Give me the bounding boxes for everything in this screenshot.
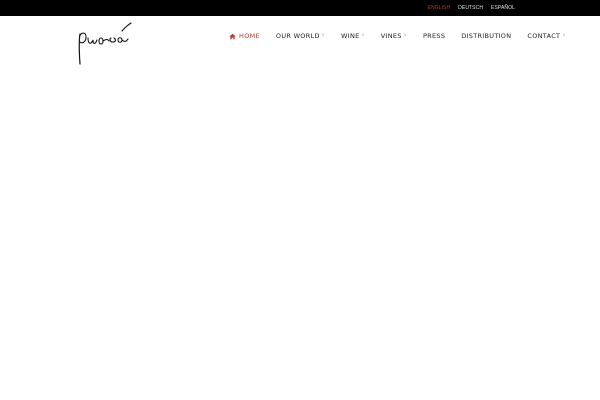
chevron-down-icon: ∨ [403,31,407,37]
language-deutsch-link[interactable]: DEUTSCH [458,5,483,11]
language-espanol-link[interactable]: ESPAÑOL [491,5,515,11]
nav-label-press: PRESS [422,32,446,40]
nav-item-distribution[interactable]: DISTRIBUTION [461,32,511,40]
nav-label-our-world: OUR WORLD [275,32,320,40]
nav-item-wine[interactable]: WINE ∨ [341,31,365,41]
nav-item-vines[interactable]: VINES ∨ [380,31,407,41]
home-icon [229,33,236,39]
top-bar: ENGLISH DEUTSCH ESPAÑOL [0,0,600,16]
main-navigation: HOME OUR WORLD ∨ WINE ∨ VINES ∨ PRESS DI… [229,30,566,42]
chevron-down-icon: ∨ [321,31,325,37]
nav-label-wine: WINE [341,32,360,40]
language-english-link[interactable]: ENGLISH [428,5,451,11]
site-logo[interactable] [76,18,134,68]
nav-item-press[interactable]: PRESS [423,32,445,40]
nav-label-vines: VINES [380,32,402,40]
nav-label-contact: CONTACT [527,32,561,40]
site-header: HOME OUR WORLD ∨ WINE ∨ VINES ∨ PRESS DI… [0,16,600,72]
nav-item-our-world[interactable]: OUR WORLD ∨ [275,31,325,41]
chevron-down-icon: ∨ [562,31,566,37]
nav-item-contact[interactable]: CONTACT ∨ [527,31,566,41]
nav-label-distribution: DISTRIBUTION [461,32,512,40]
nav-label-home: HOME [239,32,260,40]
nav-item-home[interactable]: HOME [229,32,260,40]
language-switcher: ENGLISH DEUTSCH ESPAÑOL [428,0,515,16]
page-content [0,72,600,400]
signature-logo-icon [78,22,132,65]
chevron-down-icon: ∨ [361,31,365,37]
